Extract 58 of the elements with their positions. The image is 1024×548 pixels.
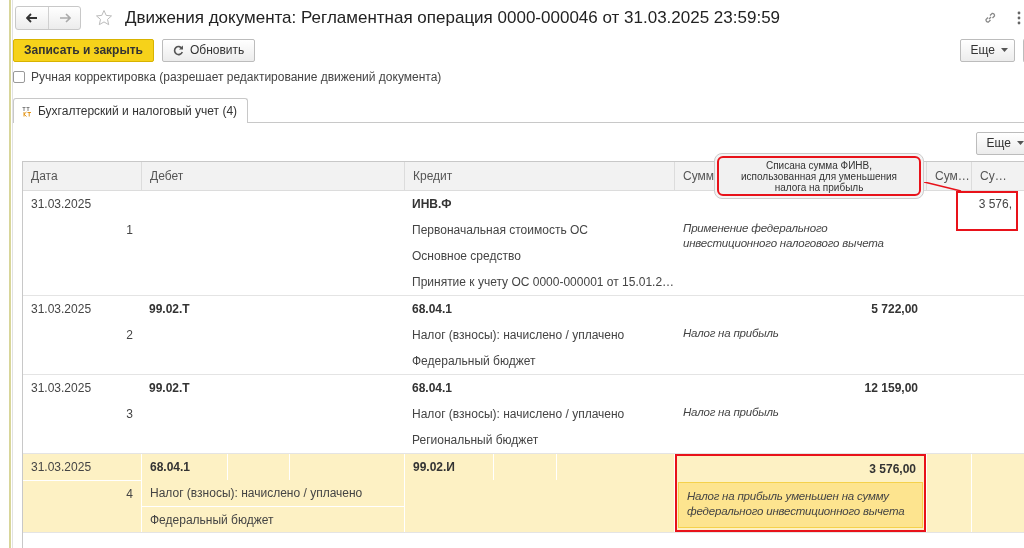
star-icon[interactable] [95, 9, 113, 27]
column-header[interactable]: Сум… [926, 162, 971, 190]
caret-icon [1017, 141, 1024, 145]
table-cell-text: 2 [125, 327, 134, 344]
refresh-button[interactable]: Обновить [161, 38, 256, 62]
table-cell-text: 3 576,00 [868, 461, 917, 478]
table-cell-text: Применение федерального инвестиционного налогового вычета [682, 221, 885, 251]
caret-icon [1001, 48, 1008, 52]
table-cell-text: 31.03.2025 [30, 301, 93, 318]
table-cell-text: 12 159,00 [863, 380, 919, 397]
arrow-right-icon [58, 13, 71, 23]
more-button[interactable]: Еще [959, 38, 1015, 62]
refresh-icon [172, 44, 184, 56]
table-cell-text: 31.03.2025 [30, 380, 93, 397]
table-cell-text: 99.02.Т [148, 301, 191, 318]
table-cell-text: Налог на прибыль [682, 405, 780, 420]
checkbox-label: Ручная корректировка (разрешает редактирование движений документа) [31, 70, 442, 84]
column-header[interactable]: Кредит [404, 162, 674, 190]
more-button[interactable]: Еще [975, 131, 1024, 155]
table-cell-text: 5 722,00 [870, 301, 919, 318]
debit-credit-icon [22, 105, 33, 117]
table-cell-text: 31.03.2025 [30, 459, 93, 476]
column-header[interactable]: Су… [971, 162, 1022, 190]
table-cell-text: ИНВ.Ф [411, 196, 453, 213]
table-cell: 4 [23, 480, 141, 506]
table-cell-text: 68.04.1 [149, 459, 192, 476]
table-cell-text: 99.02.И [412, 459, 456, 476]
window-title: Движения документа: Регламентная операция 0000-000046 от 31.03.2025 23:59:59 [125, 8, 781, 28]
table-cell-text: Региональный бюджет [411, 432, 540, 449]
selected-row[interactable]: 31.03.2025 4 68.04.1 Налог (взносы): начислено / уплачено Федеральный бюджет 99.02.И 3 576,00 Налог на прибыль уменьшен на сумму федерального инвестиционного вычета [23, 454, 1024, 533]
leader-line [924, 182, 962, 192]
table-cell-text: 99.02.Т [148, 380, 191, 397]
table-cell-text: 68.04.1 [411, 301, 454, 318]
checkbox[interactable] [13, 71, 25, 83]
table-cell-text: Первоначальная стоимость ОС [411, 222, 589, 239]
more-icon[interactable] [1017, 11, 1021, 25]
table-cell-text: 3 [125, 406, 134, 423]
arrow-left-icon [26, 13, 38, 23]
callout-text: Списана сумма ФИНВ, использованная для уменьшения налога на прибыль [740, 159, 898, 193]
table-cell: Федеральный бюджет [142, 506, 404, 532]
column-header[interactable]: Дата [23, 162, 141, 190]
table-cell-text: Налог (взносы): начислено / уплачено [411, 327, 626, 344]
table-cell[interactable]: Налог на прибыль уменьшен на сумму федерального инвестиционного вычета [678, 482, 923, 528]
table-cell-text: Федеральный бюджет [411, 353, 537, 370]
table-row[interactable]: 31.03.2025 2 99.02.Т 68.04.1 Налог (взносы): начислено / уплачено Федеральный бюджет 5 722,00 Налог на прибыль [23, 296, 1024, 375]
table-cell-text: 68.04.1 [411, 380, 454, 397]
table-cell-text: 3 576, [977, 196, 1013, 213]
table-cell-text: Налог на прибыль [682, 326, 780, 341]
column-header[interactable]: Дебет [141, 162, 404, 190]
table-cell-text: 1 [125, 222, 134, 239]
table-cell-text: Налог (взносы): начислено / уплачено [411, 406, 626, 423]
link-icon[interactable] [983, 11, 997, 25]
save-close-button[interactable]: Записать и закрыть [13, 38, 154, 62]
table-cell-text: 31.03.2025 [30, 196, 93, 213]
table-cell-text: Принятие к учету ОС 0000-000001 от 15.01.2… [411, 274, 674, 291]
table-cell-text: Основное средство [411, 248, 522, 265]
tab[interactable]: Бухгалтерский и налоговый учет (4) [13, 98, 249, 123]
table-cell-text: Налог (взносы): начислено / уплачено [149, 485, 364, 502]
